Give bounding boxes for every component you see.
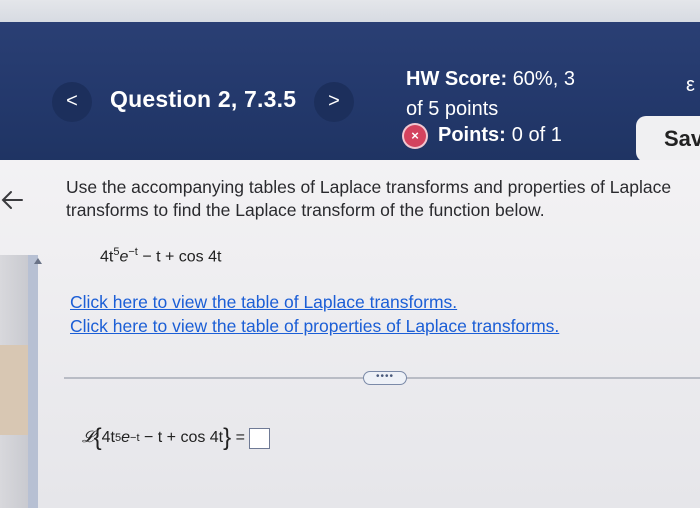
question-header: < Question 2, 7.3.5 > HW Score: 60%, 3 o… xyxy=(0,22,700,162)
save-button[interactable]: Sav xyxy=(636,116,700,162)
top-strip xyxy=(0,0,700,22)
answer-e-exponent: −t xyxy=(130,432,140,444)
open-brace: { xyxy=(93,424,102,451)
expr-coef: 4t xyxy=(100,248,114,266)
points-value: 0 of 1 xyxy=(511,124,562,146)
points-row: × Points: 0 of 1 xyxy=(404,124,562,147)
more-options-button[interactable]: •••• xyxy=(363,371,407,385)
expr-e-exponent: −t xyxy=(128,246,138,258)
hw-score: HW Score: 60%, 3 xyxy=(406,68,575,91)
close-brace: } xyxy=(223,424,232,451)
function-expression: 4t5e−t − t + cos 4t xyxy=(100,246,221,266)
hw-score-value: 60%, 3 xyxy=(512,68,575,90)
laplace-operator: 𝓛 xyxy=(82,429,94,446)
question-title: Question 2, 7.3.5 xyxy=(110,86,297,112)
answer-rest: − t + cos 4t xyxy=(143,429,224,446)
scroll-up-icon[interactable] xyxy=(34,258,42,264)
laplace-properties-link[interactable]: Click here to view the table of properti… xyxy=(70,316,559,337)
prompt-line-1: Use the accompanying tables of Laplace t… xyxy=(66,177,672,197)
hw-score-line2: of 5 points xyxy=(406,98,499,120)
answer-e: e xyxy=(121,429,131,446)
expr-rest: − t + cos 4t xyxy=(142,248,222,266)
question-prompt: Use the accompanying tables of Laplace t… xyxy=(66,176,700,222)
incorrect-icon: × xyxy=(404,124,426,147)
answer-row: 𝓛 { 4t 5 e −t − t + cos 4t } = xyxy=(82,424,270,452)
answer-coef: 4t xyxy=(101,429,115,446)
left-rail-accent xyxy=(0,345,28,435)
answer-equals: = xyxy=(235,429,245,446)
points-label: Points: xyxy=(438,124,506,146)
previous-question-button[interactable]: < xyxy=(52,82,92,122)
back-arrow-icon[interactable] xyxy=(0,188,24,212)
next-question-button[interactable]: > xyxy=(314,82,354,122)
answer-input[interactable] xyxy=(248,427,270,449)
laplace-table-link[interactable]: Click here to view the table of Laplace … xyxy=(70,292,457,313)
scrollbar[interactable] xyxy=(28,255,38,508)
settings-icon[interactable]: ε xyxy=(686,74,695,97)
hw-score-label: HW Score: xyxy=(406,68,508,90)
prompt-line-2: transforms to find the Laplace transform… xyxy=(66,200,545,220)
